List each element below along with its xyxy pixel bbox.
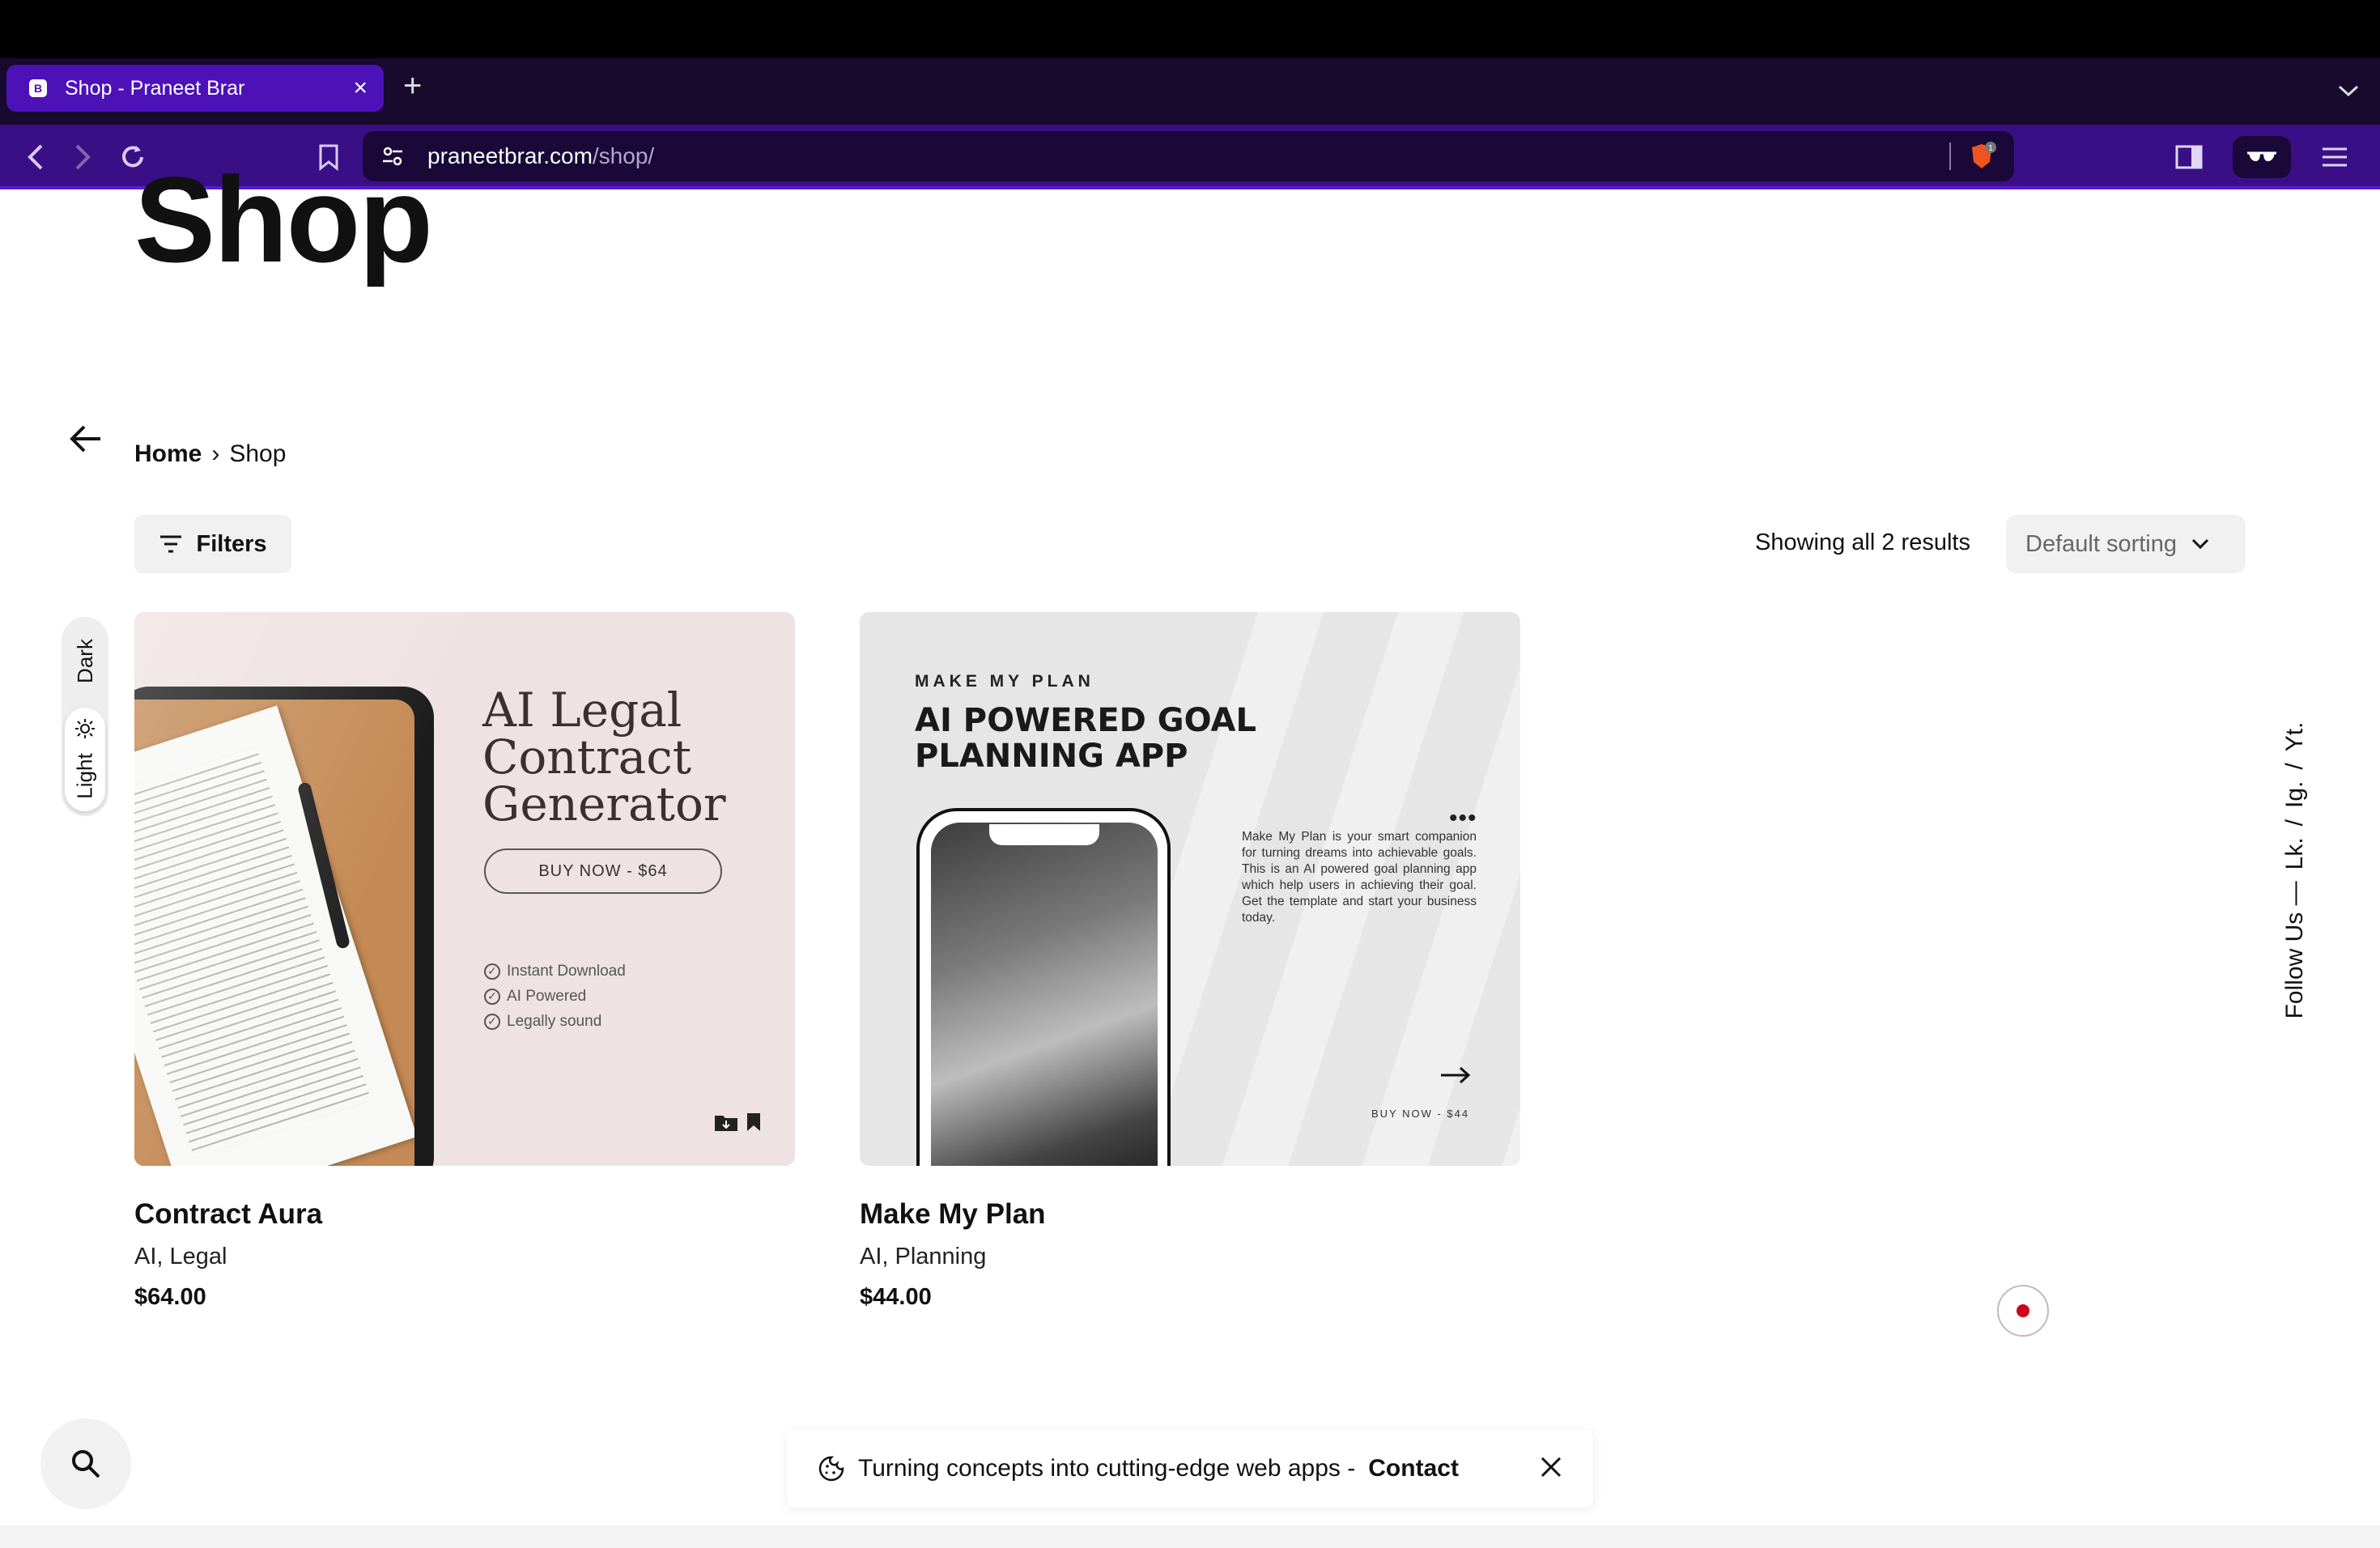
more-dots-icon: ••• xyxy=(1449,805,1477,831)
screen: B Shop - Praneet Brar × + praneetbrar.co… xyxy=(0,0,2380,1548)
social-separator: / xyxy=(2281,819,2308,827)
tab-list-chevron-icon[interactable] xyxy=(2338,78,2359,103)
breadcrumb-separator: › xyxy=(211,440,220,467)
promo-kicker: MAKE MY PLAN xyxy=(915,672,1094,691)
browser-tab[interactable]: B Shop - Praneet Brar × xyxy=(6,65,384,112)
filters-label: Filters xyxy=(196,530,267,557)
feature-label: AI Powered xyxy=(507,988,587,1005)
product-categories: AI, Planning xyxy=(860,1244,987,1269)
toolbar-right xyxy=(2168,136,2356,178)
product-price: $64.00 xyxy=(134,1284,206,1310)
os-top-bar xyxy=(0,0,2380,58)
toast-text: Turning concepts into cutting-edge web a… xyxy=(858,1455,1356,1482)
promo-buy-badge: BUY NOW - $64 xyxy=(484,848,722,894)
social-link-linkedin[interactable]: Lk. xyxy=(2281,837,2309,870)
breadcrumb: Home › Shop xyxy=(134,440,286,468)
filters-button[interactable]: Filters xyxy=(134,515,291,573)
record-dot-icon xyxy=(2017,1304,2029,1317)
reader-mode-icon[interactable] xyxy=(2233,136,2291,178)
new-tab-icon[interactable]: + xyxy=(403,70,422,102)
sort-label: Default sorting xyxy=(2025,530,2177,557)
promo-title: AI POWERED GOAL PLANNING APP xyxy=(915,703,1256,774)
theme-toggle[interactable]: Dark Light xyxy=(62,617,108,816)
promo-buy-label: BUY NOW - $44 xyxy=(1371,1108,1470,1120)
feature-label: Instant Download xyxy=(507,963,626,980)
feature-item: ✓ Legally sound xyxy=(484,1009,626,1034)
url-divider xyxy=(1949,142,1951,170)
promo-title: AI Legal Contract Generator xyxy=(482,687,774,827)
social-link-youtube[interactable]: Yt. xyxy=(2281,722,2309,752)
promo-title-line: AI Legal xyxy=(482,683,682,738)
search-icon xyxy=(72,1450,100,1478)
feature-label: Legally sound xyxy=(507,1013,602,1030)
product-name[interactable]: Make My Plan xyxy=(860,1198,1046,1231)
product-image-contract-aura[interactable]: AI Legal Contract Generator BUY NOW - $6… xyxy=(134,612,795,1166)
filter-icon xyxy=(160,535,182,553)
follow-us-social: Follow Us — Lk. / Ig. / Yt. xyxy=(2267,696,2323,1044)
tab-title: Shop - Praneet Brar xyxy=(65,76,245,100)
url-path: /shop/ xyxy=(592,143,655,168)
browser-tab-bar: B Shop - Praneet Brar × + xyxy=(0,58,2380,125)
phone-notch xyxy=(989,824,1099,845)
product-image-make-my-plan[interactable]: MAKE MY PLAN AI POWERED GOAL PLANNING AP… xyxy=(860,612,1520,1166)
product-categories: AI, Legal xyxy=(134,1244,227,1269)
social-separator: / xyxy=(2281,763,2308,770)
bookmark-icon xyxy=(747,1113,760,1131)
promo-icons xyxy=(714,1112,761,1132)
sidebar-toggle-icon[interactable] xyxy=(2168,136,2210,178)
forward-icon[interactable] xyxy=(65,139,100,175)
favicon-icon: B xyxy=(29,79,47,97)
chevron-down-icon xyxy=(2191,538,2209,550)
check-icon: ✓ xyxy=(484,1013,500,1030)
back-arrow-icon[interactable] xyxy=(68,423,104,455)
toast-contact-link[interactable]: Contact xyxy=(1368,1455,1459,1482)
cookie-toast: Turning concepts into cutting-edge web a… xyxy=(787,1430,1593,1508)
menu-icon[interactable] xyxy=(2314,136,2356,178)
close-icon[interactable] xyxy=(1538,1454,1564,1480)
brave-shield-icon[interactable]: 1 xyxy=(1967,141,1996,172)
back-icon[interactable] xyxy=(18,139,53,175)
page-footer-strip xyxy=(0,1525,2380,1548)
record-button[interactable] xyxy=(1997,1285,2049,1337)
cookie-icon xyxy=(818,1456,844,1482)
tab-close-icon[interactable]: × xyxy=(353,76,368,100)
product-name[interactable]: Contract Aura xyxy=(134,1198,322,1231)
promo-title-line: Generator xyxy=(482,776,726,831)
promo-title-line: Contract xyxy=(482,729,692,785)
phone-screen-photo xyxy=(931,823,1158,1166)
follow-us-label: Follow Us — xyxy=(2281,881,2308,1019)
check-icon: ✓ xyxy=(484,988,500,1005)
sun-icon xyxy=(75,719,95,738)
shield-count: 1 xyxy=(1988,144,1993,153)
check-icon: ✓ xyxy=(484,963,500,980)
theme-light-option[interactable]: Light xyxy=(65,708,105,811)
search-button[interactable] xyxy=(40,1418,131,1509)
breadcrumb-home-link[interactable]: Home xyxy=(134,440,202,468)
promo-title-line: AI POWERED GOAL xyxy=(915,702,1256,739)
page-title: Shop xyxy=(134,151,433,287)
promo-description: Make My Plan is your smart companion for… xyxy=(1242,830,1477,925)
promo-title-line: PLANNING APP xyxy=(915,738,1188,775)
feature-item: ✓ Instant Download xyxy=(484,959,626,984)
theme-light-label: Light xyxy=(72,752,97,799)
product-price: $44.00 xyxy=(860,1284,932,1310)
address-bar[interactable]: praneetbrar.com/shop/ 1 xyxy=(363,131,2014,181)
url-host: praneetbrar.com xyxy=(427,143,593,168)
sort-select[interactable]: Default sorting xyxy=(2006,515,2246,573)
theme-dark-option[interactable]: Dark xyxy=(65,622,105,700)
breadcrumb-current: Shop xyxy=(229,440,287,467)
promo-features: ✓ Instant Download ✓ AI Powered ✓ Legally s… xyxy=(484,959,626,1034)
theme-dark-label: Dark xyxy=(72,638,97,683)
feature-item: ✓ AI Powered xyxy=(484,984,626,1009)
arrow-right-icon xyxy=(1441,1066,1471,1084)
social-link-instagram[interactable]: Ig. xyxy=(2281,781,2309,808)
results-count: Showing all 2 results xyxy=(1755,529,1970,555)
folder-download-icon xyxy=(715,1116,737,1131)
